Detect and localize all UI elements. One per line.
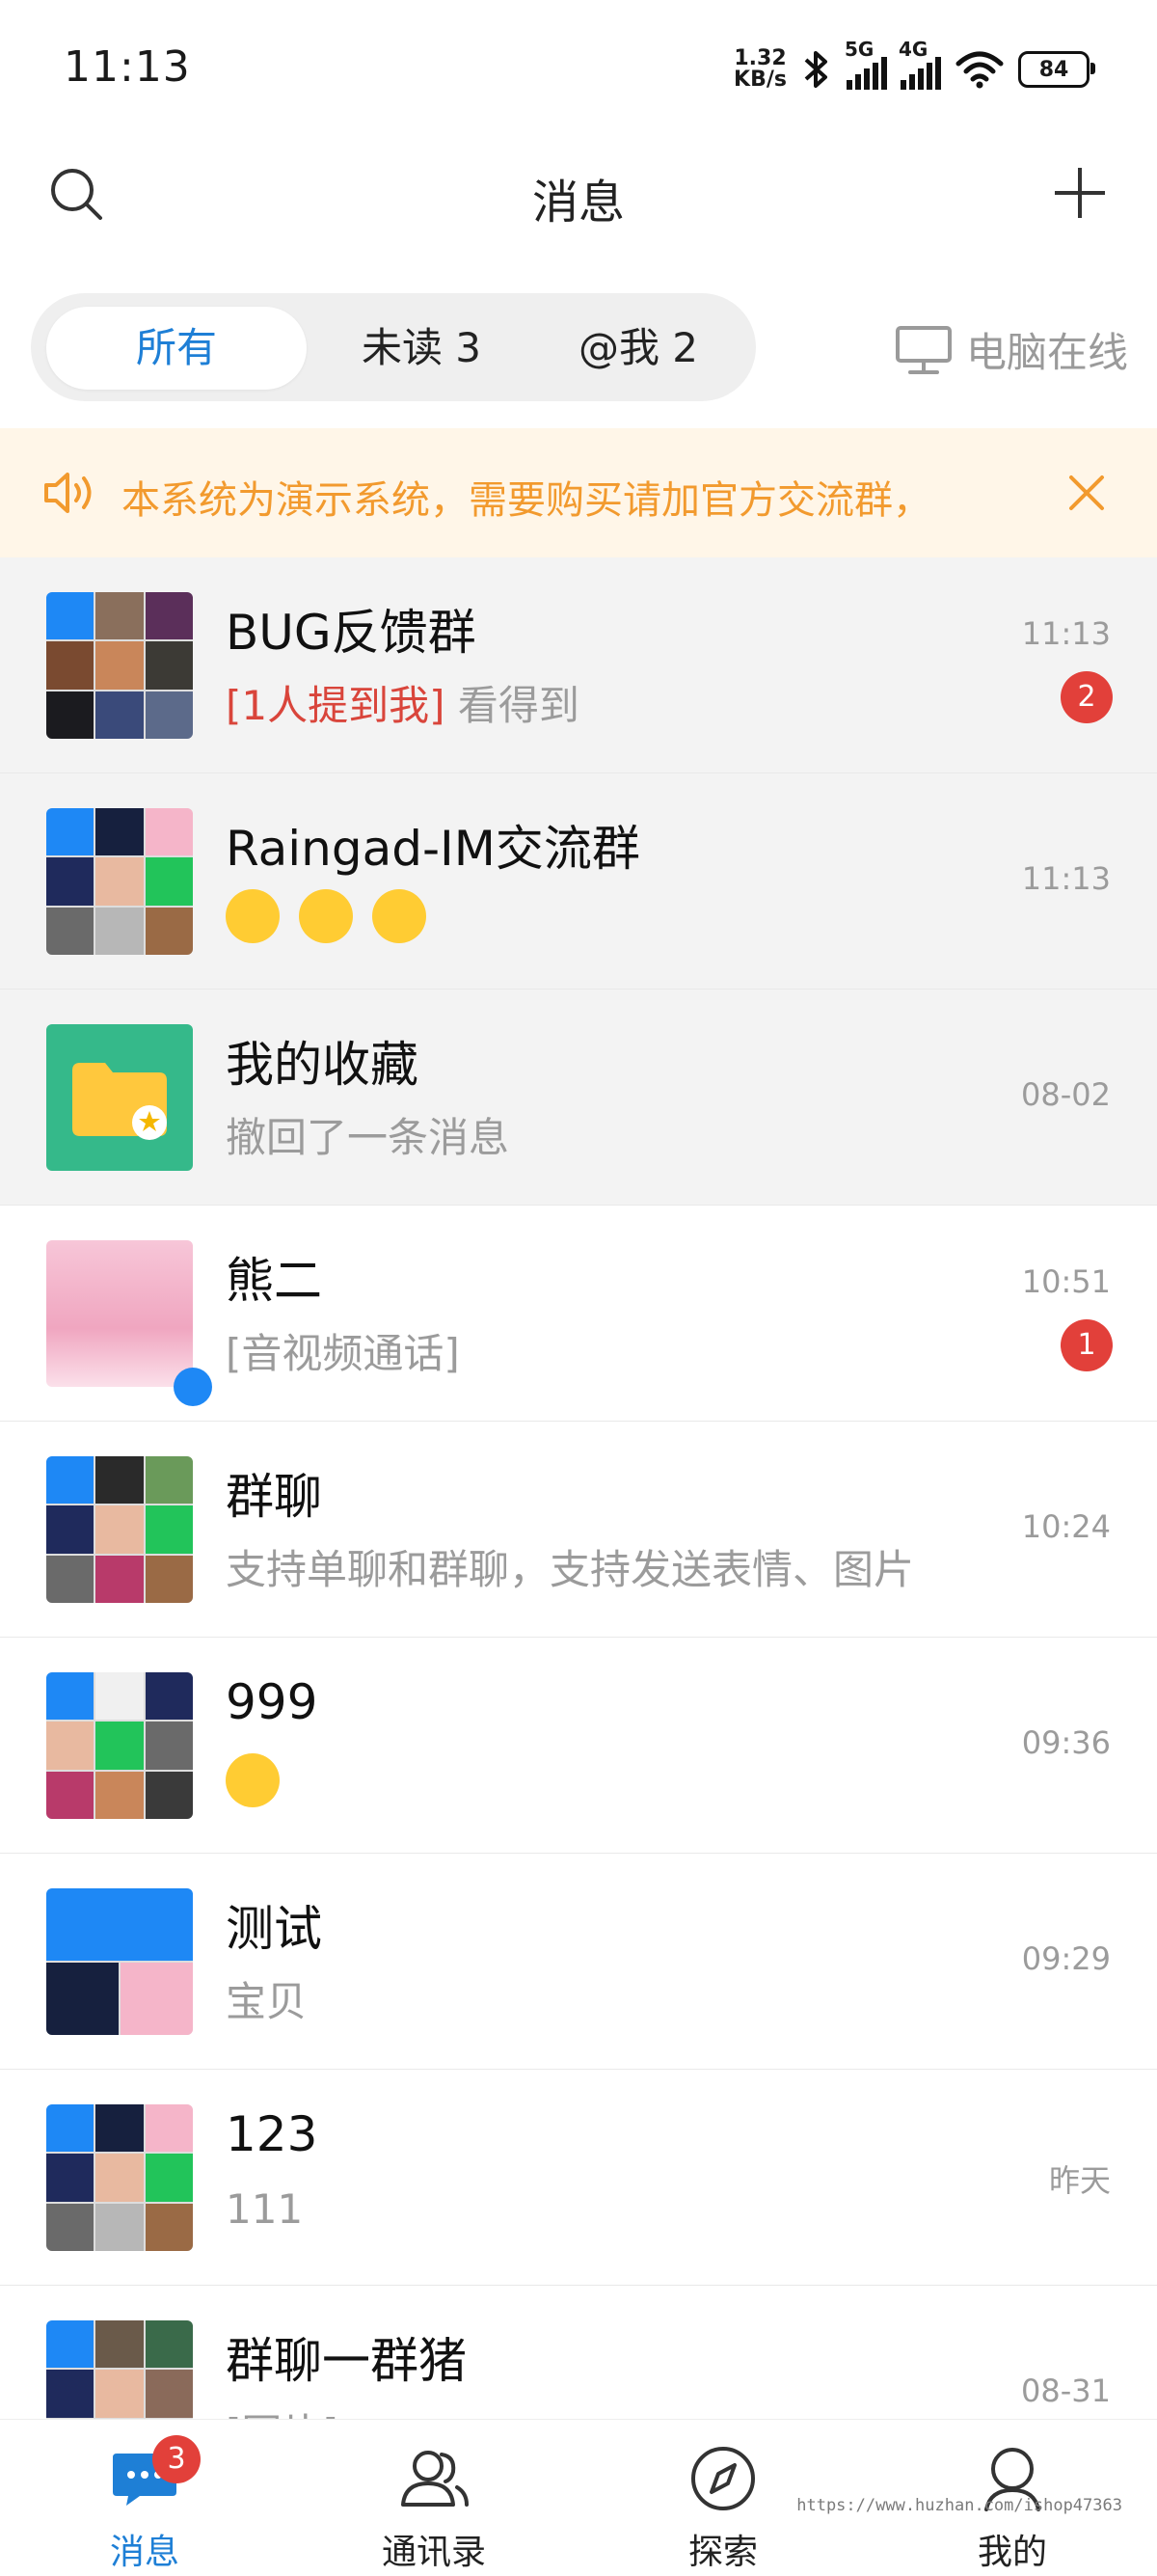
- status-icons: 1.32 KB/s 5G 4G 84: [734, 38, 1095, 96]
- signal-5g-icon: 5G: [845, 38, 887, 90]
- conversation-time: 昨天: [1048, 2162, 1111, 2199]
- thinking-face-icon: [226, 1753, 280, 1807]
- conversation-item[interactable]: BUG反馈群 [1人提到我] 看得到 11:13 2: [0, 557, 1157, 773]
- signal-4g-icon: 4G: [899, 38, 941, 90]
- group-avatar: [46, 1672, 193, 1819]
- bluetooth-icon: [804, 51, 827, 88]
- nav-label: 我的: [977, 2533, 1047, 2572]
- conversation-name: 999: [226, 1674, 318, 1730]
- conversation-preview: [226, 889, 445, 943]
- nav-label: 消息: [109, 2533, 179, 2572]
- conversation-time: 10:24: [1021, 1508, 1111, 1545]
- conversation-name: 熊二: [226, 1253, 322, 1309]
- conversation-item[interactable]: 群聊 支持单聊和群聊，支持发送表情、图片 10:24: [0, 1422, 1157, 1638]
- compass-icon: [691, 2447, 755, 2510]
- close-icon[interactable]: [1066, 473, 1107, 513]
- conversation-preview: [226, 1753, 299, 1807]
- conversation-time: 11:13: [1021, 860, 1111, 897]
- beaming-face-icon: [372, 889, 426, 943]
- conversation-name: 群聊: [226, 1469, 322, 1525]
- filter-tab-group: 所有 未读 3 @我 2: [31, 293, 756, 401]
- conversation-item[interactable]: 测试 宝贝 09:29: [0, 1854, 1157, 2070]
- group-avatar: [46, 1888, 193, 2035]
- wifi-icon: [955, 51, 1004, 89]
- nav-badge: 3: [152, 2435, 201, 2483]
- conversation-item[interactable]: 我的收藏 撤回了一条消息 08-02: [0, 990, 1157, 1206]
- nav-messages[interactable]: 3 消息: [48, 2435, 241, 2574]
- group-avatar: [46, 808, 193, 955]
- contacts-icon: [401, 2451, 469, 2507]
- pc-online-label: 电脑在线: [965, 329, 1128, 376]
- pc-online-status[interactable]: 电脑在线: [895, 320, 1128, 379]
- grinning-face-icon: [226, 889, 280, 943]
- conversation-preview: 111: [226, 2185, 304, 2233]
- watermark: https://www.huzhan.com/ishop47363: [796, 2496, 1122, 2515]
- conversation-preview: [音视频通话]: [226, 1330, 460, 1377]
- nav-contacts[interactable]: 通讯录: [337, 2439, 530, 2574]
- status-time: 11:13: [64, 42, 191, 92]
- signal-5g-label: 5G: [845, 38, 874, 61]
- conversation-item[interactable]: 熊二 [音视频通话] 10:51 1: [0, 1206, 1157, 1422]
- conversation-name: 123: [226, 2106, 318, 2162]
- conversation-time: 10:51: [1021, 1263, 1111, 1300]
- monitor-icon: [895, 325, 952, 374]
- online-status-dot: [174, 1368, 212, 1406]
- conversation-item[interactable]: Raingad-IM交流群 11:13: [0, 773, 1157, 990]
- network-speed-unit: KB/s: [734, 68, 787, 92]
- conversation-preview: 支持单聊和群聊，支持发送表情、图片: [226, 1546, 915, 1593]
- conversation-preview: 宝贝: [226, 1978, 308, 2025]
- unread-badge: 2: [1061, 671, 1113, 723]
- nav-explore[interactable]: 探索: [627, 2439, 820, 2574]
- group-avatar: [46, 2104, 193, 2251]
- conversation-time: 09:29: [1021, 1940, 1111, 1977]
- conversation-preview: 撤回了一条消息: [226, 1114, 510, 1161]
- mention-tag: [1人提到我]: [226, 682, 445, 729]
- notice-banner: 本系统为演示系统，需要购买请加官方交流群，: [0, 428, 1157, 557]
- conversation-item[interactable]: 123 111 昨天: [0, 2070, 1157, 2286]
- add-icon[interactable]: [1049, 162, 1111, 224]
- conversation-name: BUG反馈群: [226, 605, 476, 661]
- conversation-item[interactable]: 999 09:36: [0, 1638, 1157, 1854]
- page-title: 消息: [531, 176, 625, 230]
- conversation-list: BUG反馈群 [1人提到我] 看得到 11:13 2 Raingad-IM交流群…: [0, 557, 1157, 2502]
- grimacing-face-icon: [299, 889, 353, 943]
- nav-label: 探索: [687, 2533, 758, 2572]
- preview-text: 看得到: [457, 682, 579, 729]
- conversation-time: 08-02: [1021, 1076, 1111, 1113]
- unread-badge: 1: [1061, 1319, 1113, 1371]
- network-speed: 1.32 KB/s: [734, 48, 787, 91]
- battery-icon: 84: [1018, 51, 1095, 88]
- conversation-name: 我的收藏: [226, 1037, 418, 1093]
- conversation-name: 群聊一群猪: [226, 2333, 467, 2389]
- tab-mention[interactable]: @我 2: [532, 307, 744, 390]
- filter-bar: 所有 未读 3 @我 2 电脑在线: [0, 289, 1157, 405]
- notice-text: 本系统为演示系统，需要购买请加官方交流群，: [121, 478, 931, 523]
- app-header: 消息: [0, 135, 1157, 251]
- group-avatar: [46, 592, 193, 739]
- nav-label: 通讯录: [381, 2533, 486, 2572]
- speaker-icon: [44, 473, 92, 513]
- favorites-folder-icon: [46, 1024, 193, 1171]
- tab-all[interactable]: 所有: [46, 307, 307, 390]
- group-avatar: [46, 1456, 193, 1603]
- conversation-time: 09:36: [1021, 1724, 1111, 1761]
- network-speed-value: 1.32: [734, 46, 787, 70]
- tab-unread[interactable]: 未读 3: [320, 307, 523, 390]
- status-bar: 11:13 1.32 KB/s 5G 4G 84: [0, 0, 1157, 135]
- conversation-time: 08-31: [1021, 2373, 1111, 2409]
- conversation-name: Raingad-IM交流群: [226, 821, 640, 877]
- conversation-preview: [1人提到我] 看得到: [226, 673, 579, 732]
- signal-4g-label: 4G: [899, 38, 928, 61]
- user-avatar: [46, 1240, 193, 1387]
- conversation-name: 测试: [226, 1901, 322, 1957]
- conversation-time: 11:13: [1021, 615, 1111, 652]
